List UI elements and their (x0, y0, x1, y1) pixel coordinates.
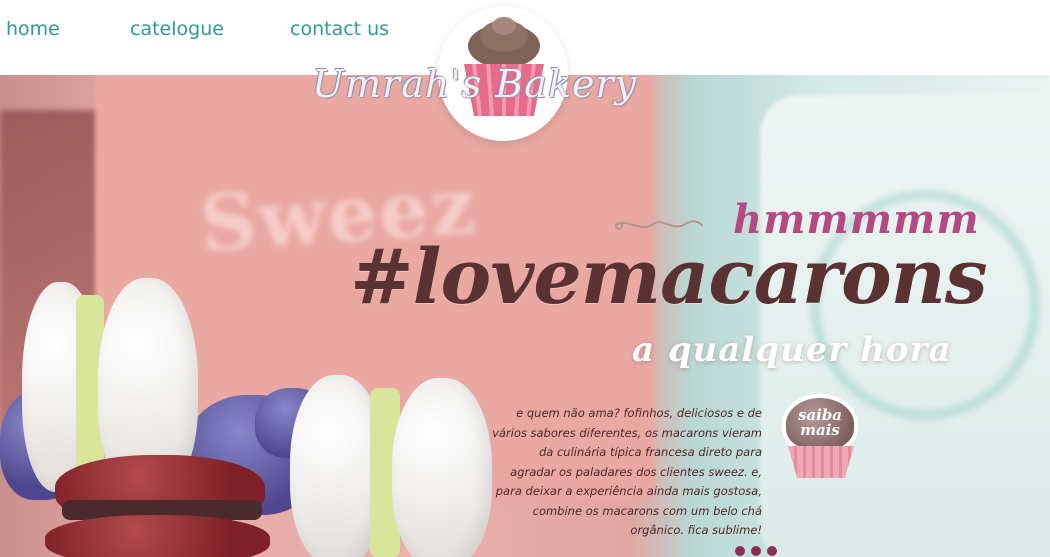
hero-subheadline: a qualquer hora (632, 330, 952, 370)
slider-dots[interactable] (735, 546, 777, 556)
logo-title: Umrah's Bakery (312, 62, 638, 106)
nav-home-link[interactable]: home (6, 18, 60, 40)
nav-catalogue-link[interactable]: catelogue (130, 18, 224, 40)
cta-label: saiba mais (797, 406, 843, 439)
slider-dot[interactable] (751, 546, 761, 556)
cupcake-liner (788, 446, 854, 478)
hero-headline: #lovemacarons (350, 232, 988, 321)
nav-contact-link[interactable]: contact us (290, 18, 389, 40)
slider-dot[interactable] (735, 546, 745, 556)
hero-description: e quem não ama? fofinhos, deliciosos e d… (492, 406, 762, 537)
saiba-mais-button[interactable]: saiba mais (776, 394, 868, 494)
slider-dot[interactable] (767, 546, 777, 556)
